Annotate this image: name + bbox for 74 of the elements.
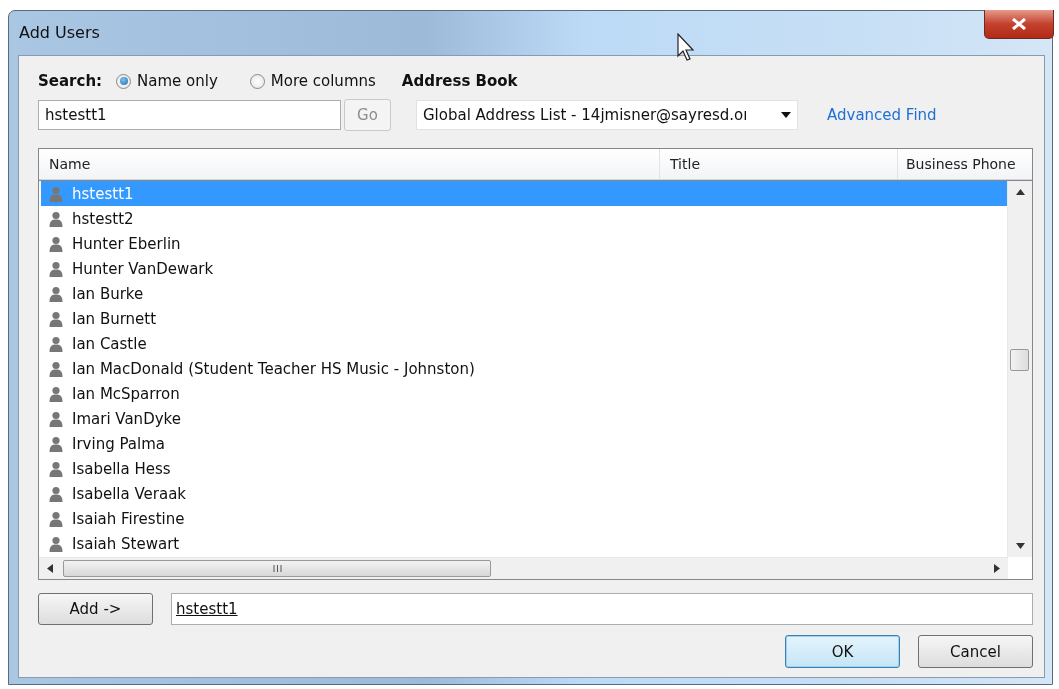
list-row[interactable]: Isabella Veraak bbox=[41, 481, 1007, 506]
person-icon bbox=[49, 385, 63, 402]
person-icon bbox=[49, 460, 63, 477]
contact-name: Isabella Hess bbox=[72, 459, 171, 478]
mouse-pointer-icon bbox=[677, 33, 697, 63]
list-row[interactable]: Ian Castle bbox=[41, 331, 1007, 356]
radio-label[interactable]: Name only bbox=[137, 72, 218, 90]
list-row[interactable]: Ian McSparron bbox=[41, 381, 1007, 406]
address-book-dropdown[interactable]: Global Address List - 14jmisner@sayresd.oı bbox=[416, 100, 798, 130]
scrollbar-thumb[interactable] bbox=[1010, 349, 1029, 371]
person-icon bbox=[49, 360, 63, 377]
scrollbar-thumb[interactable] bbox=[63, 560, 491, 577]
person-icon bbox=[49, 485, 63, 502]
list-row[interactable]: Hunter VanDewark bbox=[41, 256, 1007, 281]
cancel-button[interactable]: Cancel bbox=[918, 635, 1033, 668]
contact-name: Ian MacDonald (Student Teacher HS Music - Johnston) bbox=[72, 359, 475, 378]
contact-name: Ian Castle bbox=[72, 334, 147, 353]
contact-name: Isaiah Stewart bbox=[72, 534, 180, 553]
add-button[interactable]: Add -> bbox=[38, 592, 153, 625]
scroll-down-icon[interactable] bbox=[1015, 543, 1025, 549]
window-title: Add Users bbox=[19, 23, 100, 42]
list-row[interactable]: Irving Palma bbox=[41, 431, 1007, 456]
dropdown-arrow-icon bbox=[781, 112, 791, 118]
selected-users-field[interactable]: hstestt1 bbox=[171, 592, 1033, 625]
person-icon bbox=[49, 510, 63, 527]
radio-button[interactable] bbox=[116, 73, 132, 89]
column-header[interactable]: Business Phone bbox=[898, 149, 1032, 179]
vertical-scrollbar[interactable] bbox=[1007, 181, 1032, 557]
search-field[interactable]: hstestt1 bbox=[38, 100, 341, 130]
advanced-find-link[interactable]: Advanced Find bbox=[827, 106, 937, 124]
radio-button[interactable] bbox=[249, 73, 265, 89]
person-icon bbox=[49, 260, 63, 277]
column-header[interactable]: Title bbox=[660, 149, 898, 179]
contact-name: Imari VanDyke bbox=[72, 409, 181, 428]
scroll-right-icon[interactable] bbox=[994, 564, 1000, 573]
column-header[interactable]: Name bbox=[39, 149, 660, 179]
contact-name: Ian Burke bbox=[72, 284, 144, 303]
close-icon bbox=[1011, 18, 1027, 30]
list-row[interactable]: Isabella Hess bbox=[41, 456, 1007, 481]
contact-name: Isabella Veraak bbox=[72, 484, 187, 503]
close-button[interactable] bbox=[984, 10, 1054, 39]
person-icon bbox=[49, 435, 63, 452]
list-row[interactable]: Ian MacDonald (Student Teacher HS Music - Johnston) bbox=[41, 356, 1007, 381]
scroll-up-icon[interactable] bbox=[1015, 189, 1025, 195]
search-label: Search: bbox=[38, 72, 103, 90]
contact-name: hstestt1 bbox=[72, 184, 134, 203]
contact-name: Ian McSparron bbox=[72, 384, 180, 403]
address-book-label: Address Book bbox=[401, 72, 518, 90]
scroll-left-icon[interactable] bbox=[47, 564, 53, 573]
person-icon bbox=[49, 210, 63, 227]
list-row[interactable]: Ian Burnett bbox=[41, 306, 1007, 331]
person-icon bbox=[49, 410, 63, 427]
person-icon bbox=[49, 335, 63, 352]
list-row[interactable]: Imari VanDyke bbox=[41, 406, 1007, 431]
person-icon bbox=[49, 185, 63, 202]
grip-icon bbox=[272, 565, 282, 572]
person-icon bbox=[49, 310, 63, 327]
radio-label[interactable]: More columns bbox=[270, 72, 376, 90]
contact-name: hstestt2 bbox=[72, 209, 134, 228]
contact-name: Hunter VanDewark bbox=[72, 259, 214, 278]
list-row[interactable]: Ian Burke bbox=[41, 281, 1007, 306]
person-icon bbox=[49, 285, 63, 302]
contact-name: Ian Burnett bbox=[72, 309, 157, 328]
list-row[interactable]: Isaiah Firestine bbox=[41, 506, 1007, 531]
list-row[interactable]: Hunter Eberlin bbox=[41, 231, 1007, 256]
contact-name: Irving Palma bbox=[72, 434, 165, 453]
horizontal-scrollbar[interactable] bbox=[39, 557, 1008, 579]
list-row[interactable]: hstestt2 bbox=[41, 206, 1007, 231]
person-icon bbox=[49, 535, 63, 552]
contact-name: Hunter Eberlin bbox=[72, 234, 181, 253]
ok-button[interactable]: OK bbox=[785, 635, 900, 668]
person-icon bbox=[49, 235, 63, 252]
contact-name: Isaiah Firestine bbox=[72, 509, 185, 528]
list-row[interactable]: Isaiah Stewart bbox=[41, 531, 1007, 556]
